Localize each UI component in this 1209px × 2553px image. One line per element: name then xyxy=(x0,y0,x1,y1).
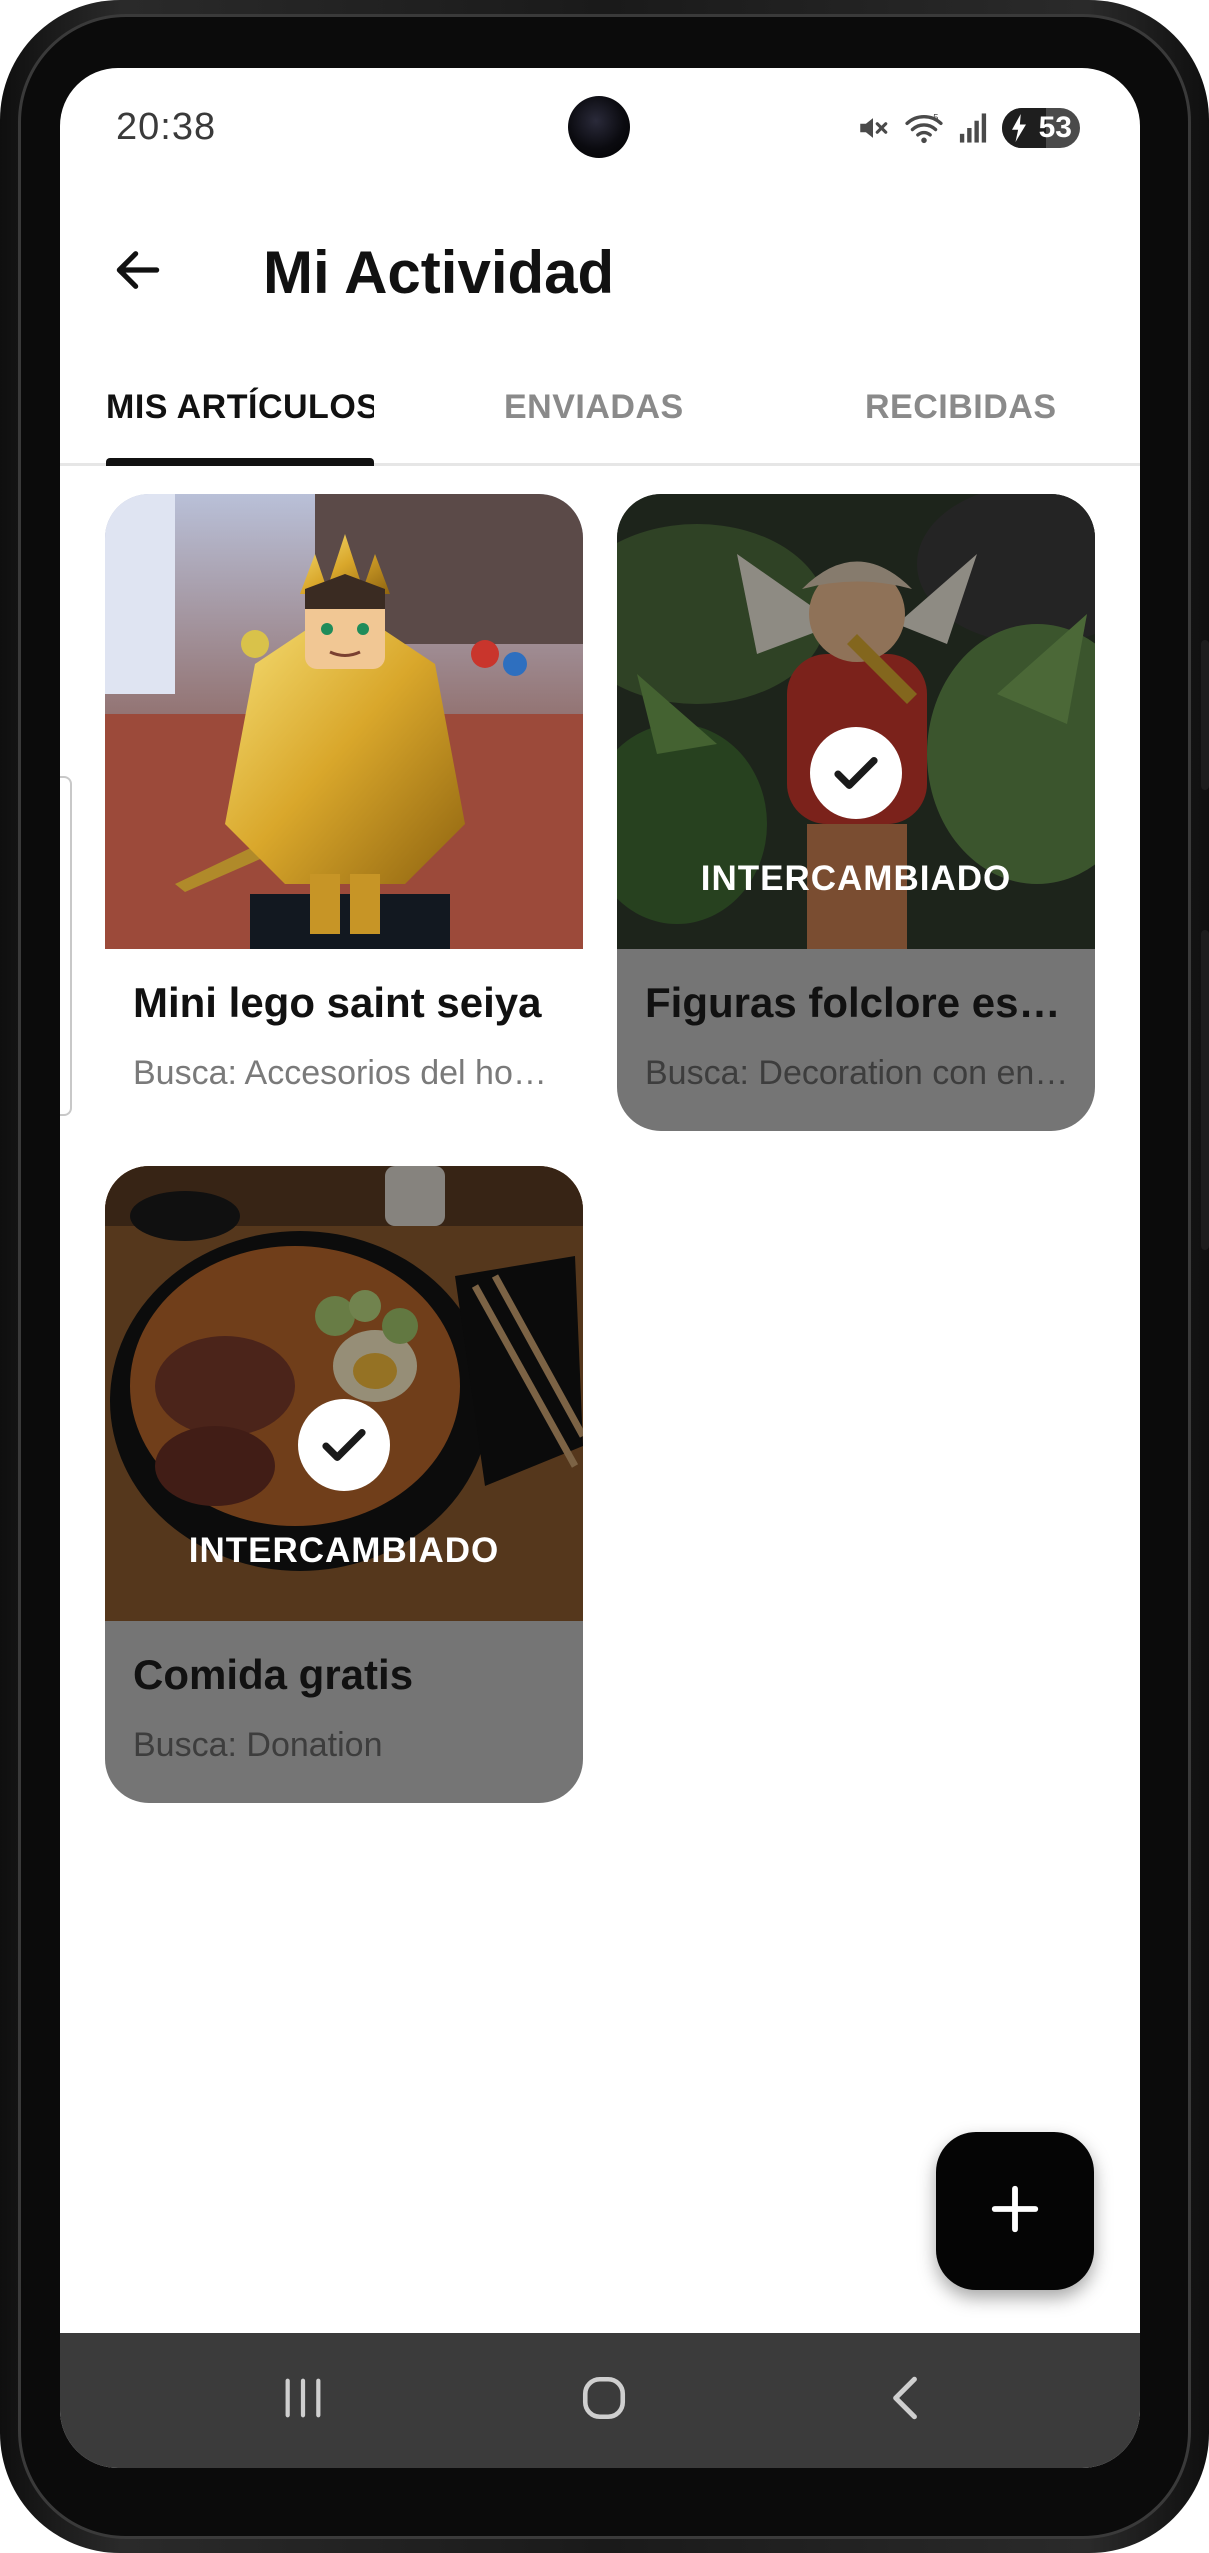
check-icon xyxy=(810,727,902,819)
page-title: Mi Actividad xyxy=(263,239,615,306)
item-wanted: Busca: Accesorios del hogar xyxy=(133,1054,558,1092)
status-badge: INTERCAMBIADO xyxy=(188,1531,500,1570)
item-card[interactable]: INTERCAMBIADO Figuras folclore español B… xyxy=(617,494,1095,1131)
svg-text:5: 5 xyxy=(933,112,938,122)
tab-enviadas[interactable]: ENVIADAS xyxy=(504,348,724,466)
item-photo: INTERCAMBIADO xyxy=(617,494,1095,949)
system-nav-bar xyxy=(60,2333,1140,2468)
tab-indicator xyxy=(106,458,374,466)
tab-mis-articulos[interactable]: MIS ARTÍCULOS xyxy=(106,348,374,466)
front-camera xyxy=(568,96,630,158)
battery-level: 53 xyxy=(1038,111,1072,144)
recents-icon xyxy=(278,2375,328,2426)
recents-button[interactable] xyxy=(203,2333,403,2468)
phone-screen: 20:38 5 53 Mi Actividad MIS ARTÍCULOS EN… xyxy=(60,68,1140,2468)
phone-frame: 20:38 5 53 Mi Actividad MIS ARTÍCULOS EN… xyxy=(0,0,1209,2553)
home-button[interactable] xyxy=(504,2333,704,2468)
item-title: Comida gratis xyxy=(133,1651,414,1698)
battery-charging-icon: 53 xyxy=(1002,108,1080,148)
item-card[interactable]: INTERCAMBIADO Comida gratis Busca: Donat… xyxy=(105,1166,583,1803)
signal-icon xyxy=(958,112,988,144)
item-wanted: Busca: Donation xyxy=(133,1726,383,1764)
check-icon xyxy=(298,1399,390,1491)
edge-panel-handle[interactable] xyxy=(60,776,72,1116)
wifi-icon: 5 xyxy=(904,111,944,145)
status-time: 20:38 xyxy=(116,106,217,148)
add-item-button[interactable] xyxy=(936,2132,1094,2290)
volume-button xyxy=(1201,640,1209,790)
status-icons: 5 53 xyxy=(856,108,1080,148)
back-button[interactable] xyxy=(804,2333,1004,2468)
plus-icon xyxy=(988,2182,1042,2241)
item-title: Figuras folclore español xyxy=(645,979,1075,1026)
item-title: Mini lego saint seiya xyxy=(133,979,542,1026)
home-icon xyxy=(579,2373,629,2428)
status-bar: 20:38 5 53 xyxy=(60,68,1140,188)
power-button xyxy=(1201,930,1209,1250)
back-icon xyxy=(884,2373,924,2428)
tab-recibidas[interactable]: RECIBIDAS xyxy=(865,348,1105,466)
item-photo xyxy=(105,494,583,949)
item-photo: INTERCAMBIADO xyxy=(105,1166,583,1621)
tab-bar: MIS ARTÍCULOS ENVIADAS RECIBIDAS xyxy=(60,348,1140,466)
status-badge: INTERCAMBIADO xyxy=(700,859,1012,898)
arrow-left-icon[interactable] xyxy=(102,234,174,306)
app-bar: Mi Actividad xyxy=(60,188,1140,348)
item-wanted: Busca: Decoration con encanto xyxy=(645,1054,1070,1092)
item-card[interactable]: Mini lego saint seiya Busca: Accesorios … xyxy=(105,494,583,1131)
mute-icon xyxy=(856,111,890,145)
